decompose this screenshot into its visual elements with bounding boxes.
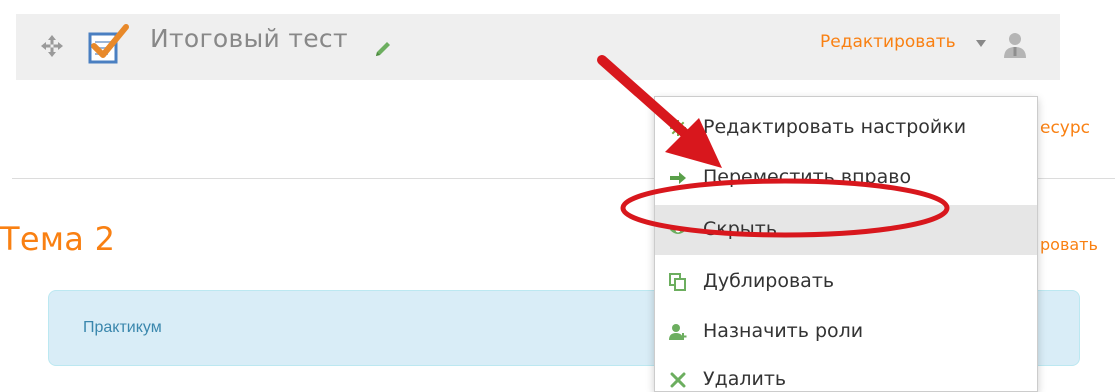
duplicate-icon <box>669 273 686 291</box>
menu-item-delete[interactable]: Удалить <box>655 355 1037 392</box>
menu-item-assign-roles[interactable]: Назначить роли <box>655 307 1037 357</box>
arrow-right-icon <box>670 172 686 184</box>
activity-row: Итоговый тест Редактировать <box>16 14 1060 80</box>
caret-down-icon[interactable] <box>976 40 986 48</box>
delete-icon <box>670 372 686 388</box>
pencil-icon[interactable] <box>374 40 392 58</box>
info-box-text[interactable]: Практикум <box>83 319 162 337</box>
menu-item-label: Переместить вправо <box>703 166 912 188</box>
section-edit-link[interactable]: ровать <box>1040 235 1098 254</box>
assign-roles-icon[interactable] <box>1000 30 1030 60</box>
gear-icon <box>670 120 686 136</box>
move-icon[interactable] <box>40 34 64 58</box>
menu-item-label: Дублировать <box>703 270 835 292</box>
menu-item-move-right[interactable]: Переместить вправо <box>655 153 1037 203</box>
menu-item-hide[interactable]: Скрыть <box>655 205 1037 255</box>
section-title[interactable]: Тема 2 <box>0 220 115 258</box>
menu-item-label: Скрыть <box>703 218 778 240</box>
add-resource-link[interactable]: есурс <box>1040 118 1090 138</box>
menu-item-label: Редактировать настройки <box>703 116 967 138</box>
menu-item-label: Назначить роли <box>703 320 864 342</box>
menu-item-label: Удалить <box>703 368 787 390</box>
eye-icon <box>670 226 686 234</box>
assign-roles-icon <box>669 324 687 340</box>
quiz-icon <box>88 24 129 64</box>
edit-dropdown-menu: Редактировать настройки Переместить впра… <box>654 96 1038 392</box>
activity-title[interactable]: Итоговый тест <box>150 24 348 53</box>
menu-item-edit-settings[interactable]: Редактировать настройки <box>655 103 1037 153</box>
edit-menu-toggle[interactable]: Редактировать <box>820 32 956 52</box>
menu-item-duplicate[interactable]: Дублировать <box>655 257 1037 307</box>
